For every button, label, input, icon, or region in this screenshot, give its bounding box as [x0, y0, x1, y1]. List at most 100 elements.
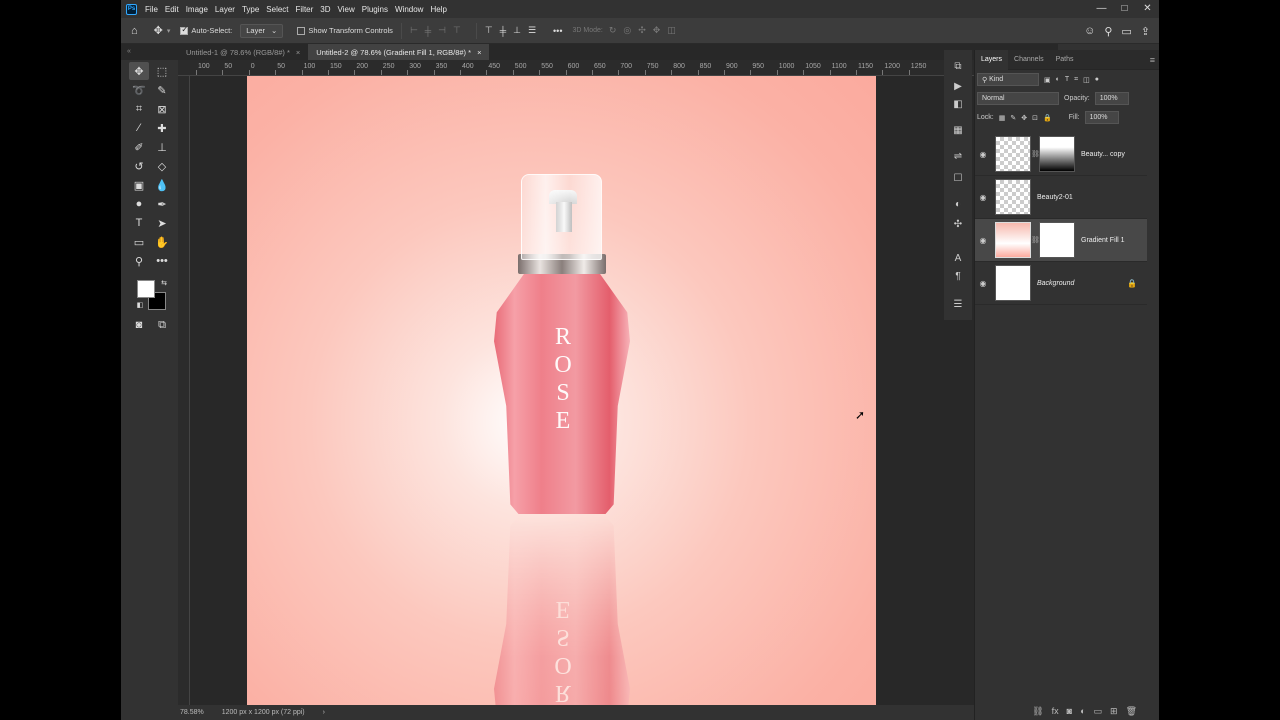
layer-thumbnail[interactable]	[995, 136, 1031, 172]
layer-comps-icon[interactable]: ◧	[950, 96, 966, 112]
gradient-tool-icon[interactable]: ▣	[129, 176, 149, 194]
frame-tool-icon[interactable]: ⊠	[152, 100, 172, 118]
align-top-icon[interactable]: ⊤	[453, 25, 461, 36]
vertical-ruler[interactable]	[178, 76, 190, 705]
transform-controls-checkbox[interactable]	[297, 26, 306, 35]
menu-layer[interactable]: Layer	[213, 5, 240, 14]
new-layer-icon[interactable]: ⊞	[1110, 706, 1118, 717]
eraser-tool-icon[interactable]: ◇	[152, 157, 172, 175]
add-mask-icon[interactable]: ◙	[1067, 706, 1072, 716]
lock-transparent-icon[interactable]: ▦	[999, 114, 1006, 122]
maximize-button[interactable]: □	[1113, 0, 1136, 16]
tab-channels[interactable]: Channels	[1008, 50, 1050, 70]
link-chain-icon[interactable]: ⛓	[1031, 236, 1040, 244]
stamp-tool-icon[interactable]: ⊥	[152, 138, 172, 156]
transform-controls-toggle[interactable]: Show Transform Controls	[297, 26, 393, 35]
color-icon[interactable]: ◐	[950, 196, 966, 212]
layer-name[interactable]: Gradient Fill 1	[1081, 237, 1125, 244]
filter-pixel-icon[interactable]: ▣	[1044, 76, 1051, 84]
panel-menu-icon[interactable]: ≡	[1150, 55, 1155, 65]
blend-mode-dropdown[interactable]: Normal	[977, 92, 1059, 105]
layer-thumbnail[interactable]	[995, 179, 1031, 215]
align-top-edge-icon[interactable]: ⊤	[485, 25, 493, 36]
workspace-icon[interactable]: ▭	[1121, 25, 1131, 38]
home-icon[interactable]: ⌂	[131, 25, 138, 37]
visibility-eye-icon[interactable]: ◉	[975, 150, 991, 159]
type-tool-icon[interactable]: T	[129, 214, 149, 232]
align-right-icon[interactable]: ⊣	[438, 25, 446, 36]
menu-filter[interactable]: Filter	[294, 5, 319, 14]
layer-thumbnail[interactable]	[995, 265, 1031, 301]
zoom-level[interactable]: 78.58%	[180, 709, 204, 716]
distribute-icon[interactable]: ☰	[528, 25, 536, 36]
paragraph-icon[interactable]: ¶	[950, 268, 966, 284]
roll-3d-icon[interactable]: ◎	[623, 25, 631, 36]
path-select-tool-icon[interactable]: ➤	[152, 214, 172, 232]
tab-paths[interactable]: Paths	[1050, 50, 1080, 70]
lock-artboard-icon[interactable]: ⊡	[1032, 114, 1038, 122]
share-icon[interactable]: ⇪	[1141, 25, 1150, 38]
adjustments-icon[interactable]: ⇌	[950, 148, 966, 164]
layer-name[interactable]: Background	[1037, 280, 1074, 287]
filter-shape-icon[interactable]: ⌗	[1074, 76, 1078, 84]
default-colors-icon[interactable]: ◧	[135, 300, 145, 310]
align-left-icon[interactable]: ⊢	[410, 25, 418, 36]
menu-3d[interactable]: 3D	[318, 5, 335, 14]
new-group-icon[interactable]: ▭	[1094, 706, 1103, 717]
quick-mask-icon[interactable]: ◙	[129, 316, 149, 334]
menu-view[interactable]: View	[336, 5, 360, 14]
move-tool-icon[interactable]: ✥	[154, 24, 163, 37]
close-tab-icon[interactable]: ×	[477, 48, 481, 57]
foreground-color-swatch[interactable]	[137, 280, 155, 298]
history-brush-tool-icon[interactable]: ↺	[129, 157, 149, 175]
filter-smart-icon[interactable]: ◫	[1083, 76, 1090, 84]
orbit-3d-icon[interactable]: ↻	[609, 25, 617, 36]
align-bottom-icon[interactable]: ⊥	[513, 25, 521, 36]
horizontal-ruler[interactable]: 100 50 0 50 100 150 200 250 300 350 400 450 500 550 60…	[178, 60, 1058, 76]
layer-row[interactable]: ◉ Background 🔒	[975, 262, 1147, 305]
tab-untitled-1[interactable]: Untitled-1 @ 78.6% (RGB/8#) * ×	[178, 44, 308, 60]
visibility-eye-icon[interactable]: ◉	[975, 236, 991, 245]
layer-row[interactable]: ◉ ⛓ Beauty... copy	[975, 133, 1147, 176]
status-arrow-icon[interactable]: ›	[323, 709, 325, 716]
gradient-fill-thumbnail[interactable]	[995, 222, 1031, 258]
layer-row-selected[interactable]: ◉ ⛓ Gradient Fill 1	[975, 219, 1147, 262]
move-tool-icon[interactable]: ✥	[129, 62, 149, 80]
align-vertical-center-icon[interactable]: ╪	[500, 26, 506, 36]
layer-mask-thumbnail[interactable]	[1039, 136, 1075, 172]
menu-plugins[interactable]: Plugins	[360, 5, 393, 14]
scale-3d-icon[interactable]: ◫	[667, 25, 676, 36]
close-tab-icon[interactable]: ×	[296, 48, 300, 57]
auto-select-toggle[interactable]: Auto-Select:	[180, 25, 232, 35]
filter-type-icon[interactable]: T	[1065, 76, 1069, 83]
swap-colors-icon[interactable]: ⇆	[159, 278, 169, 288]
auto-select-dropdown[interactable]: Layer ⌄	[240, 23, 284, 38]
lock-position-icon[interactable]: ✥	[1021, 114, 1027, 122]
tab-untitled-2[interactable]: Untitled-2 @ 78.6% (Gradient Fill 1, RGB…	[308, 44, 490, 60]
drag-3d-icon[interactable]: ✣	[638, 25, 646, 36]
eyedropper-tool-icon[interactable]: ⁄	[129, 119, 149, 137]
properties-icon[interactable]: ☐	[950, 170, 966, 186]
search-icon[interactable]: ⚲	[1104, 25, 1112, 38]
filter-toggle-icon[interactable]: ●	[1095, 76, 1099, 83]
menu-select[interactable]: Select	[264, 5, 293, 14]
filter-adjust-icon[interactable]: ◐	[1056, 76, 1060, 83]
menu-file[interactable]: File	[143, 5, 163, 14]
close-button[interactable]: ✕	[1136, 0, 1159, 16]
menu-image[interactable]: Image	[184, 5, 213, 14]
visibility-eye-icon[interactable]: ◉	[975, 193, 991, 202]
menu-edit[interactable]: Edit	[163, 5, 184, 14]
menu-help[interactable]: Help	[428, 5, 451, 14]
brush-tool-icon[interactable]: ✐	[129, 138, 149, 156]
sliders-icon[interactable]: ☰	[950, 296, 966, 312]
tab-layers[interactable]: Layers	[975, 49, 1009, 70]
dodge-tool-icon[interactable]: ●	[129, 195, 149, 213]
swatches-icon[interactable]: ✣	[950, 216, 966, 232]
fill-field[interactable]: 100%	[1084, 111, 1119, 124]
auto-select-checkbox[interactable]	[180, 25, 189, 35]
shape-tool-icon[interactable]: ▭	[129, 233, 149, 251]
minimize-button[interactable]: —	[1090, 0, 1113, 16]
tool-preset-chevron-icon[interactable]: ▾	[167, 27, 171, 35]
layer-name[interactable]: Beauty... copy	[1081, 151, 1125, 158]
new-adjustment-icon[interactable]: ◐	[1080, 706, 1085, 716]
